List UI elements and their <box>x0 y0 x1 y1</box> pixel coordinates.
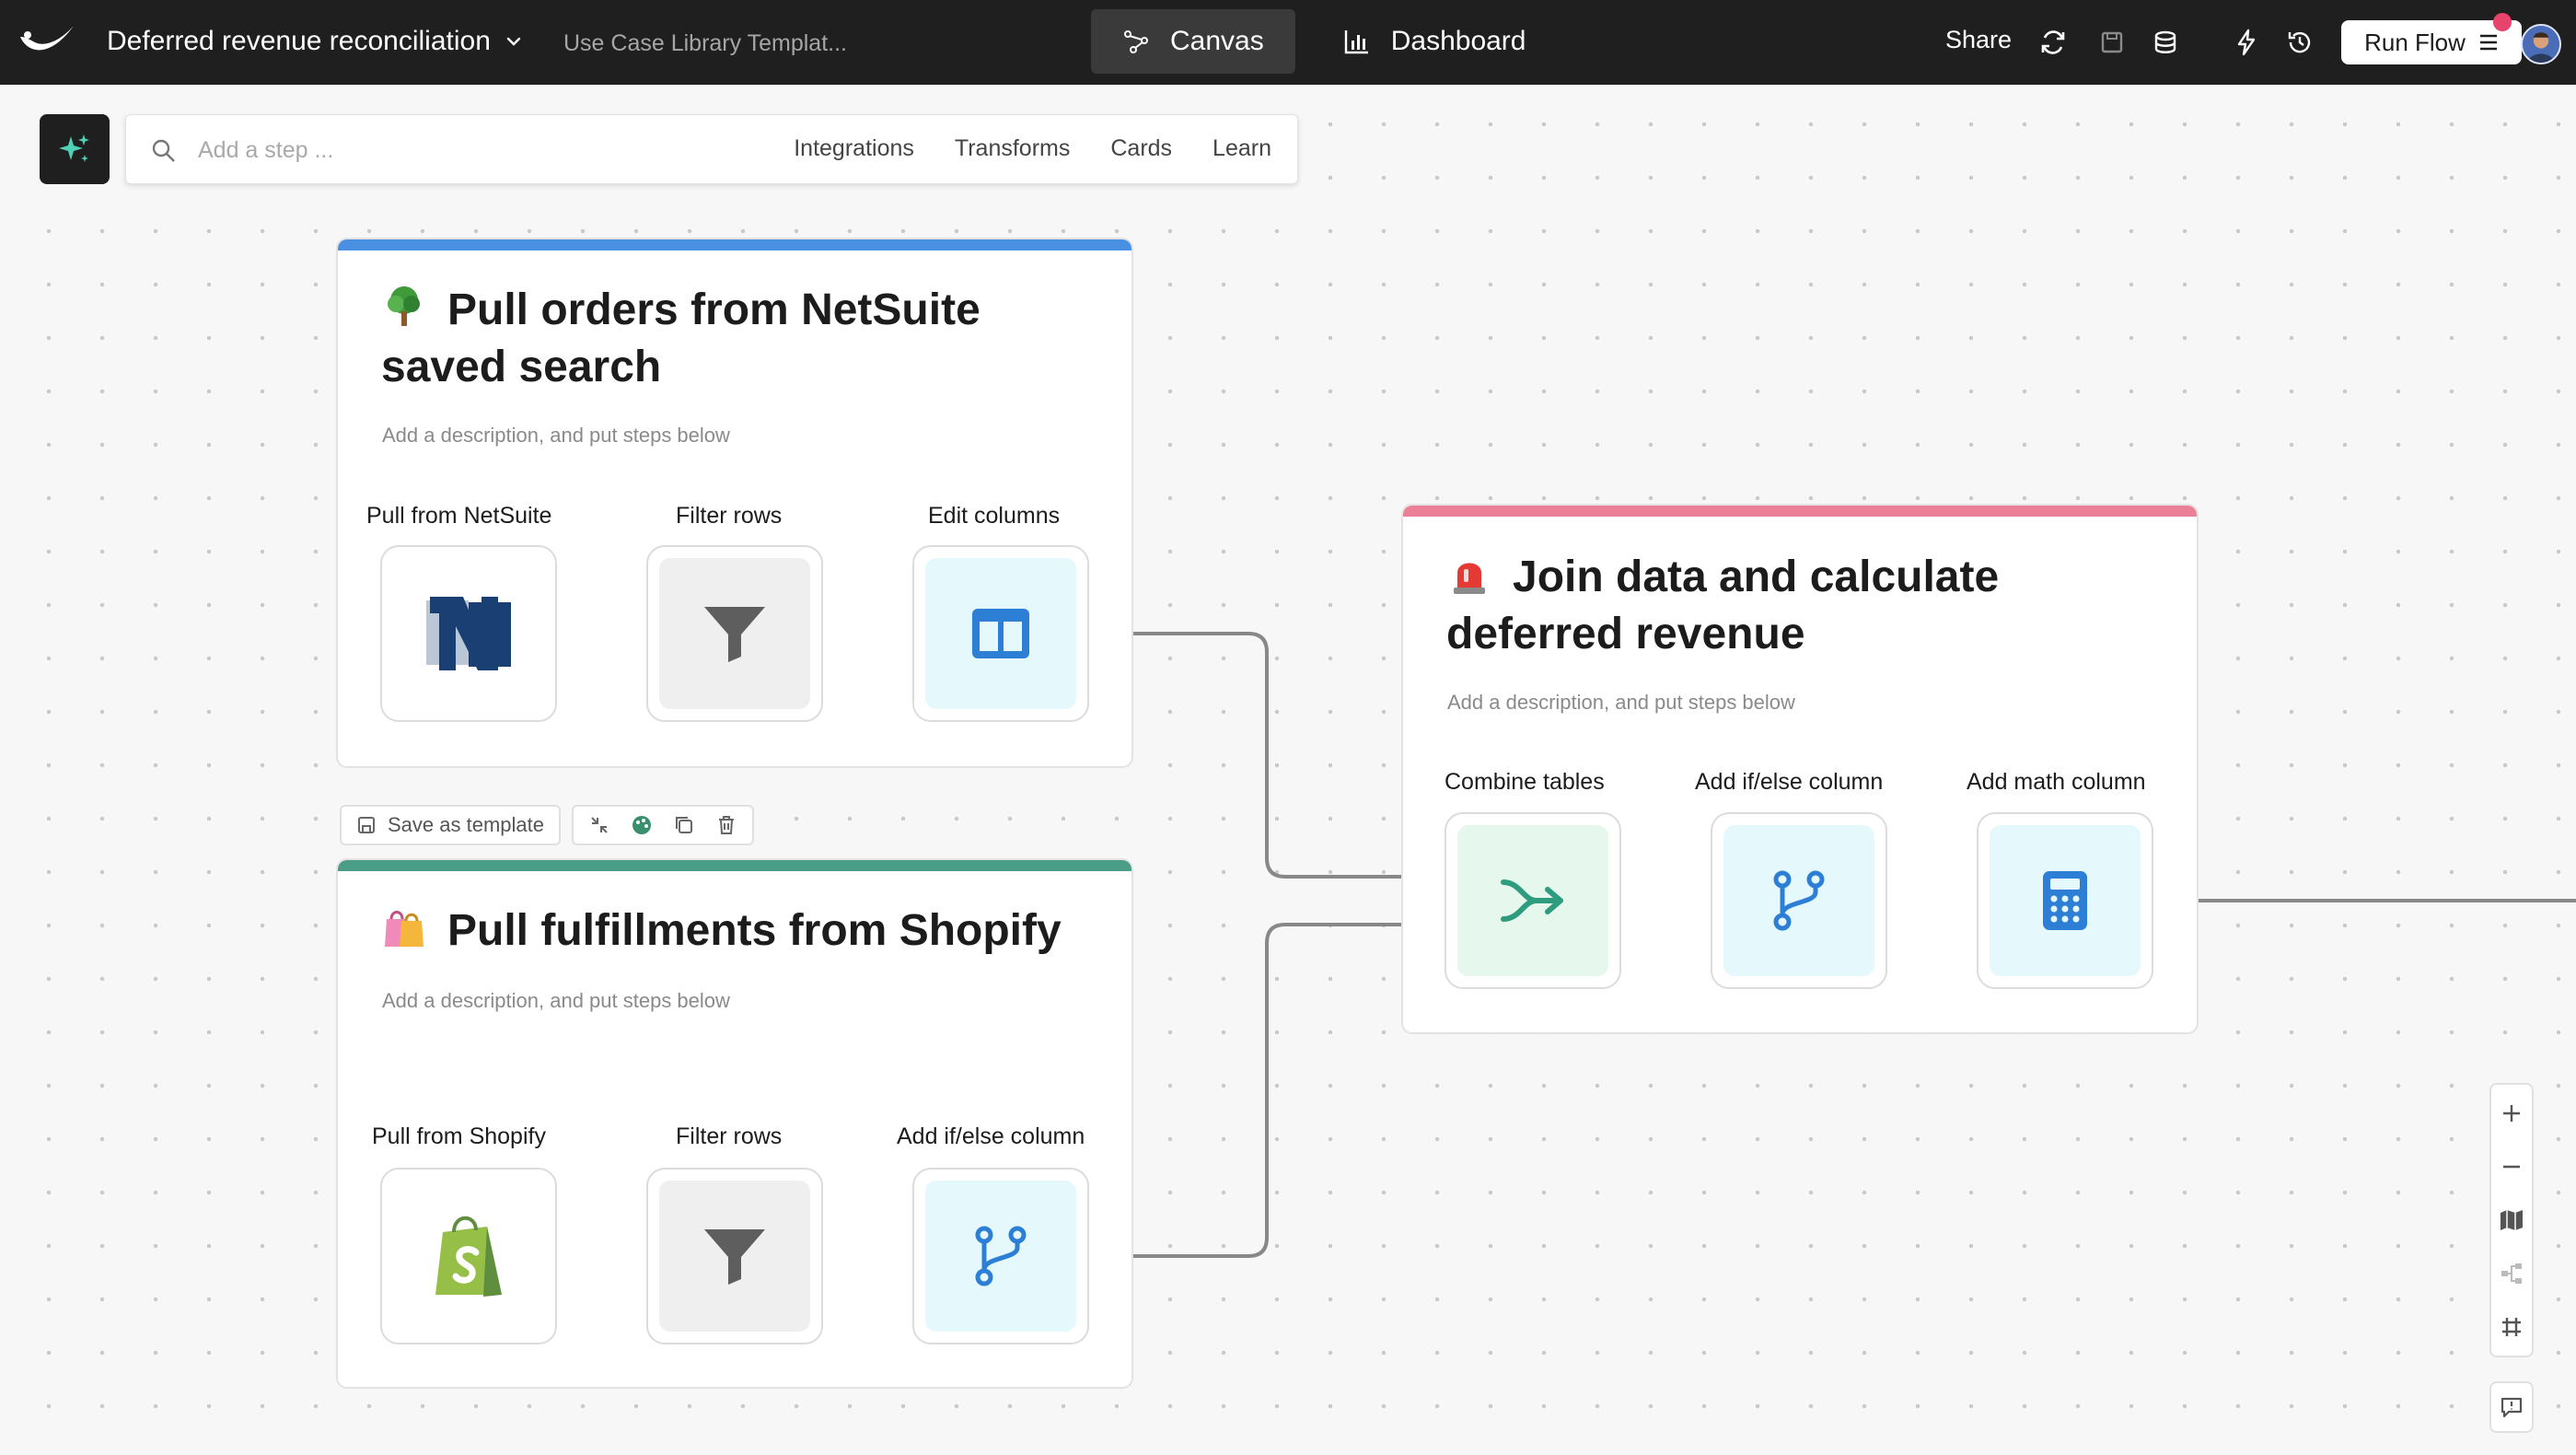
share-button[interactable]: Share <box>1945 26 2012 54</box>
notification-dot <box>2493 13 2512 31</box>
branch-icon <box>1773 870 1825 931</box>
save-icon[interactable] <box>2097 28 2127 57</box>
zoom-out-icon[interactable] <box>2491 1140 2532 1193</box>
database-icon[interactable] <box>2151 28 2180 57</box>
step-pull-from-shopify[interactable] <box>380 1168 557 1344</box>
template-name[interactable]: Use Case Library Templat... <box>563 30 847 57</box>
menu-icon <box>2479 34 2497 51</box>
feedback-button[interactable] <box>2489 1381 2534 1433</box>
tab-canvas-label: Canvas <box>1170 26 1264 56</box>
shopify-logo-icon <box>435 1216 502 1297</box>
step-edit-columns[interactable] <box>912 545 1089 722</box>
view-toggle: Canvas Dashboard <box>1091 9 1557 74</box>
group-netsuite-description[interactable]: Add a description, and put steps below <box>382 424 730 448</box>
search-input[interactable] <box>198 130 750 170</box>
chevron-down-icon <box>506 37 521 46</box>
step-label: Combine tables <box>1445 769 1605 795</box>
sparkle-icon <box>59 134 89 162</box>
link-integrations[interactable]: Integrations <box>794 135 914 162</box>
step-add-math-column[interactable] <box>1977 812 2153 989</box>
step-label: Edit columns <box>928 503 1061 529</box>
branch-icon <box>975 1226 1027 1286</box>
step-label: Filter rows <box>676 503 783 529</box>
map-icon[interactable] <box>2491 1193 2532 1247</box>
step-filter-rows[interactable] <box>646 545 823 722</box>
group-toolbar: Save as template <box>340 805 754 845</box>
tab-canvas[interactable]: Canvas <box>1091 9 1295 74</box>
tab-dashboard[interactable]: Dashboard <box>1312 9 1558 74</box>
group-join-title-text: Join data and calculate deferred revenue <box>1446 553 2000 658</box>
step-add-if-else-column[interactable] <box>912 1168 1089 1344</box>
step-filter-rows[interactable] <box>646 1168 823 1344</box>
add-step-bar: Integrations Transforms Cards Learn <box>125 114 1298 184</box>
zoom-controls <box>2489 1083 2534 1357</box>
group-color-band <box>1403 506 2197 517</box>
group-netsuite-title[interactable]: Pull orders from NetSuite saved search <box>381 282 1044 396</box>
link-cards[interactable]: Cards <box>1110 135 1172 162</box>
search-icon <box>152 139 175 162</box>
step-label: Add math column <box>1967 769 2146 795</box>
copy-icon[interactable] <box>673 814 695 836</box>
refresh-icon[interactable] <box>2038 28 2068 57</box>
step-category-links: Integrations Transforms Cards Learn <box>794 135 1271 162</box>
shopping-bags-icon <box>385 911 424 947</box>
group-color-band <box>338 860 1131 871</box>
link-transforms[interactable]: Transforms <box>955 135 1070 162</box>
avatar[interactable] <box>2521 24 2561 64</box>
bolt-icon[interactable] <box>2232 28 2261 57</box>
bar-chart-icon <box>1344 30 1368 54</box>
zoom-in-icon[interactable] <box>2491 1087 2532 1140</box>
flow-title: Deferred revenue reconciliation <box>107 26 491 56</box>
filter-funnel-icon <box>704 607 765 662</box>
tab-dashboard-label: Dashboard <box>1390 26 1526 56</box>
step-label: Pull from NetSuite <box>366 503 552 529</box>
save-icon <box>358 817 375 833</box>
step-pull-from-netsuite[interactable] <box>380 545 557 722</box>
columns-icon <box>972 609 1029 658</box>
group-netsuite-title-text: Pull orders from NetSuite saved search <box>381 285 981 391</box>
group-shopify-description[interactable]: Add a description, and put steps below <box>382 989 730 1013</box>
frame-icon[interactable] <box>2491 1300 2532 1354</box>
step-label: Filter rows <box>676 1123 783 1149</box>
trash-icon[interactable] <box>715 814 737 836</box>
step-combine-tables[interactable] <box>1445 812 1621 989</box>
flow-title-dropdown[interactable]: Deferred revenue reconciliation <box>107 26 524 57</box>
save-as-template-label: Save as template <box>388 813 544 836</box>
palette-icon[interactable] <box>631 814 653 836</box>
group-shopify-title[interactable]: Pull fulfillments from Shopify <box>381 902 1099 960</box>
feedback-icon <box>2501 1397 2523 1418</box>
ai-assistant-button[interactable] <box>40 114 110 184</box>
step-label: Add if/else column <box>897 1123 1085 1149</box>
group-shopify-title-text: Pull fulfillments from Shopify <box>447 906 1062 955</box>
tree-layout-icon[interactable] <box>2491 1247 2532 1300</box>
group-join-description[interactable]: Add a description, and put steps below <box>1447 691 1795 715</box>
step-label: Pull from Shopify <box>372 1123 546 1149</box>
history-icon[interactable] <box>2285 28 2315 57</box>
step-label: Add if/else column <box>1695 769 1884 795</box>
siren-icon <box>1454 563 1485 594</box>
link-learn[interactable]: Learn <box>1213 135 1271 162</box>
group-join-title[interactable]: Join data and calculate deferred revenue <box>1446 549 2109 663</box>
tree-icon <box>388 286 420 326</box>
collapse-icon[interactable] <box>588 814 610 836</box>
group-color-band <box>338 239 1131 250</box>
step-add-if-else-column[interactable] <box>1711 812 1887 989</box>
save-as-template-button[interactable]: Save as template <box>340 805 561 845</box>
calculator-icon <box>2043 871 2087 930</box>
merge-icon <box>1501 879 1563 922</box>
app-logo-icon[interactable] <box>18 22 77 61</box>
netsuite-logo-icon <box>426 597 511 670</box>
run-flow-label: Run Flow <box>2364 28 2466 56</box>
canvas-icon <box>1124 30 1148 53</box>
group-actions <box>571 805 754 845</box>
top-bar: Deferred revenue reconciliation Use Case… <box>0 0 2576 85</box>
filter-funnel-icon <box>704 1229 765 1285</box>
